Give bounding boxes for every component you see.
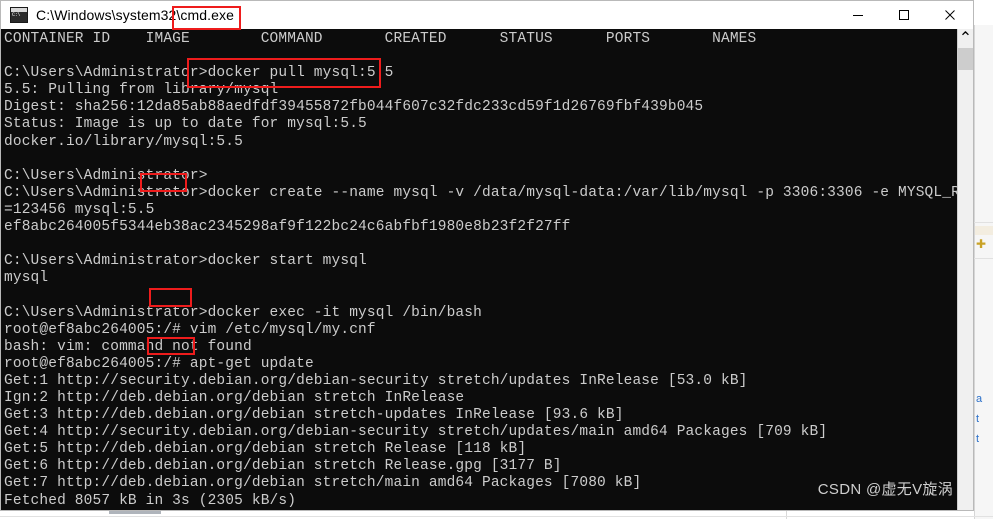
terminal-line: Get:7 http://deb.debian.org/debian stret… [4, 475, 642, 492]
cmd-console-window[interactable]: C:\Windows\system32\cmd.exe CONTAINER ID [0, 0, 974, 511]
terminal-line: CONTAINER ID IMAGE COMMAND CREATED STATU… [4, 31, 757, 47]
terminal-line: Get:1 http://security.debian.org/debian-… [4, 372, 748, 389]
close-button[interactable] [927, 1, 973, 29]
terminal-line: Ign:2 http://deb.debian.org/debian stret… [4, 389, 465, 406]
terminal-line: 5.5: Pulling from library/mysql [4, 82, 279, 99]
watermark-text: CSDN @虚无V旋涡 [817, 481, 953, 498]
terminal-line: mysql [4, 270, 49, 287]
terminal-line: root@ef8abc264005:/# apt-get update [4, 355, 314, 372]
terminal-line: docker.io/library/mysql:5.5 [4, 133, 243, 150]
minimize-button[interactable] [835, 1, 881, 29]
cmd-console-icon [10, 7, 28, 23]
terminal-output[interactable]: CONTAINER ID IMAGE COMMAND CREATED STATU… [2, 29, 959, 510]
terminal-line: Get:4 http://security.debian.org/debian-… [4, 424, 828, 441]
terminal-line: C:\Users\Administrator>docker pull mysql… [4, 65, 394, 82]
terminal-line: Fetched 8057 kB in 3s (2305 kB/s) [4, 492, 297, 509]
terminal-line: ef8abc264005f5344eb38ac2345298af9f122bc2… [4, 219, 571, 236]
terminal-line: Get:3 http://deb.debian.org/debian stret… [4, 407, 624, 424]
window-title-bar[interactable]: C:\Windows\system32\cmd.exe [1, 1, 973, 29]
background-bottom-divider [0, 516, 993, 517]
terminal-line: bash: vim: command not found [4, 338, 252, 355]
terminal-line: Status: Image is up to date for mysql:5.… [4, 116, 367, 133]
window-controls[interactable] [835, 1, 973, 29]
terminal-line: Get:6 http://deb.debian.org/debian stret… [4, 458, 562, 475]
background-right-text-3: t [976, 433, 980, 445]
terminal-line: C:\Users\Administrator>docker start mysq… [4, 253, 367, 270]
terminal-line: C:\Users\Administrator>docker exec -it m… [4, 304, 482, 321]
scrollbar-thumb[interactable] [958, 48, 973, 70]
terminal-line: root@ef8abc264005:/# vim /etc/mysql/my.c… [4, 321, 376, 338]
scroll-up-arrow-icon[interactable]: ⌃ [958, 29, 973, 47]
background-cross-icon: ✚ [976, 237, 987, 251]
window-title-text: C:\Windows\system32\cmd.exe [36, 7, 234, 23]
terminal-line: Digest: sha256:12da85ab88aedfdf39455872f… [4, 99, 704, 116]
terminal-line: C:\Users\Administrator> [4, 167, 208, 184]
maximize-button[interactable] [881, 1, 927, 29]
vertical-scrollbar[interactable]: ⌃ [957, 29, 973, 510]
terminal-line: C:\Users\Administrator>docker create --n… [4, 184, 959, 201]
background-divider-bottom [974, 258, 993, 259]
terminal-line: =123456 mysql:5.5 [4, 201, 155, 218]
background-right-text-1: a [976, 393, 983, 405]
background-right-text-2: t [976, 413, 980, 425]
terminal-line: Get:5 http://deb.debian.org/debian stret… [4, 441, 527, 458]
background-card [975, 226, 993, 235]
background-divider-top [974, 222, 993, 223]
